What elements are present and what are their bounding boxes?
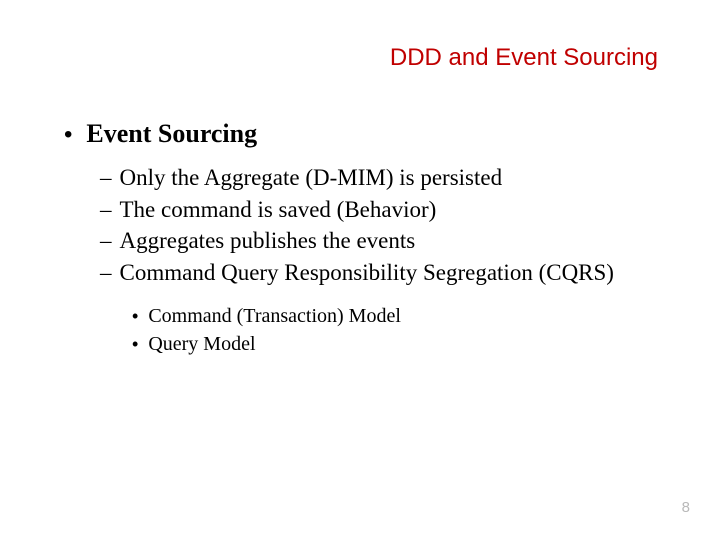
bullet-level1: • Event Sourcing (64, 118, 660, 149)
page-number: 8 (682, 499, 690, 516)
bullet-level2-group: – Only the Aggregate (D-MIM) is persiste… (64, 163, 660, 287)
bullet-dash-icon: – (100, 165, 112, 191)
heading-text: Event Sourcing (86, 118, 257, 149)
subsub-item-text: Command (Transaction) Model (148, 303, 401, 329)
sub-item-text: Aggregates publishes the events (120, 226, 416, 255)
slide: DDD and Event Sourcing • Event Sourcing … (0, 0, 720, 540)
bullet-level3-group: • Command (Transaction) Model • Query Mo… (64, 303, 660, 357)
bullet-level3: • Command (Transaction) Model (132, 303, 660, 329)
bullet-dot-icon: • (132, 334, 138, 355)
bullet-dash-icon: – (100, 260, 112, 286)
bullet-level2: – Command Query Responsibility Segregati… (100, 258, 660, 287)
bullet-level3: • Query Model (132, 331, 660, 357)
bullet-level2: – Aggregates publishes the events (100, 226, 660, 255)
bullet-dash-icon: – (100, 197, 112, 223)
sub-item-text: Only the Aggregate (D-MIM) is persisted (120, 163, 503, 192)
bullet-dot-icon: • (64, 123, 72, 147)
bullet-dash-icon: – (100, 228, 112, 254)
sub-item-text: The command is saved (Behavior) (120, 195, 437, 224)
subsub-item-text: Query Model (148, 331, 255, 357)
slide-title: DDD and Event Sourcing (0, 0, 720, 72)
bullet-dot-icon: • (132, 306, 138, 327)
bullet-level2: – The command is saved (Behavior) (100, 195, 660, 224)
slide-content: • Event Sourcing – Only the Aggregate (D… (0, 72, 720, 357)
sub-item-text: Command Query Responsibility Segregation… (120, 258, 614, 287)
bullet-level2: – Only the Aggregate (D-MIM) is persiste… (100, 163, 660, 192)
